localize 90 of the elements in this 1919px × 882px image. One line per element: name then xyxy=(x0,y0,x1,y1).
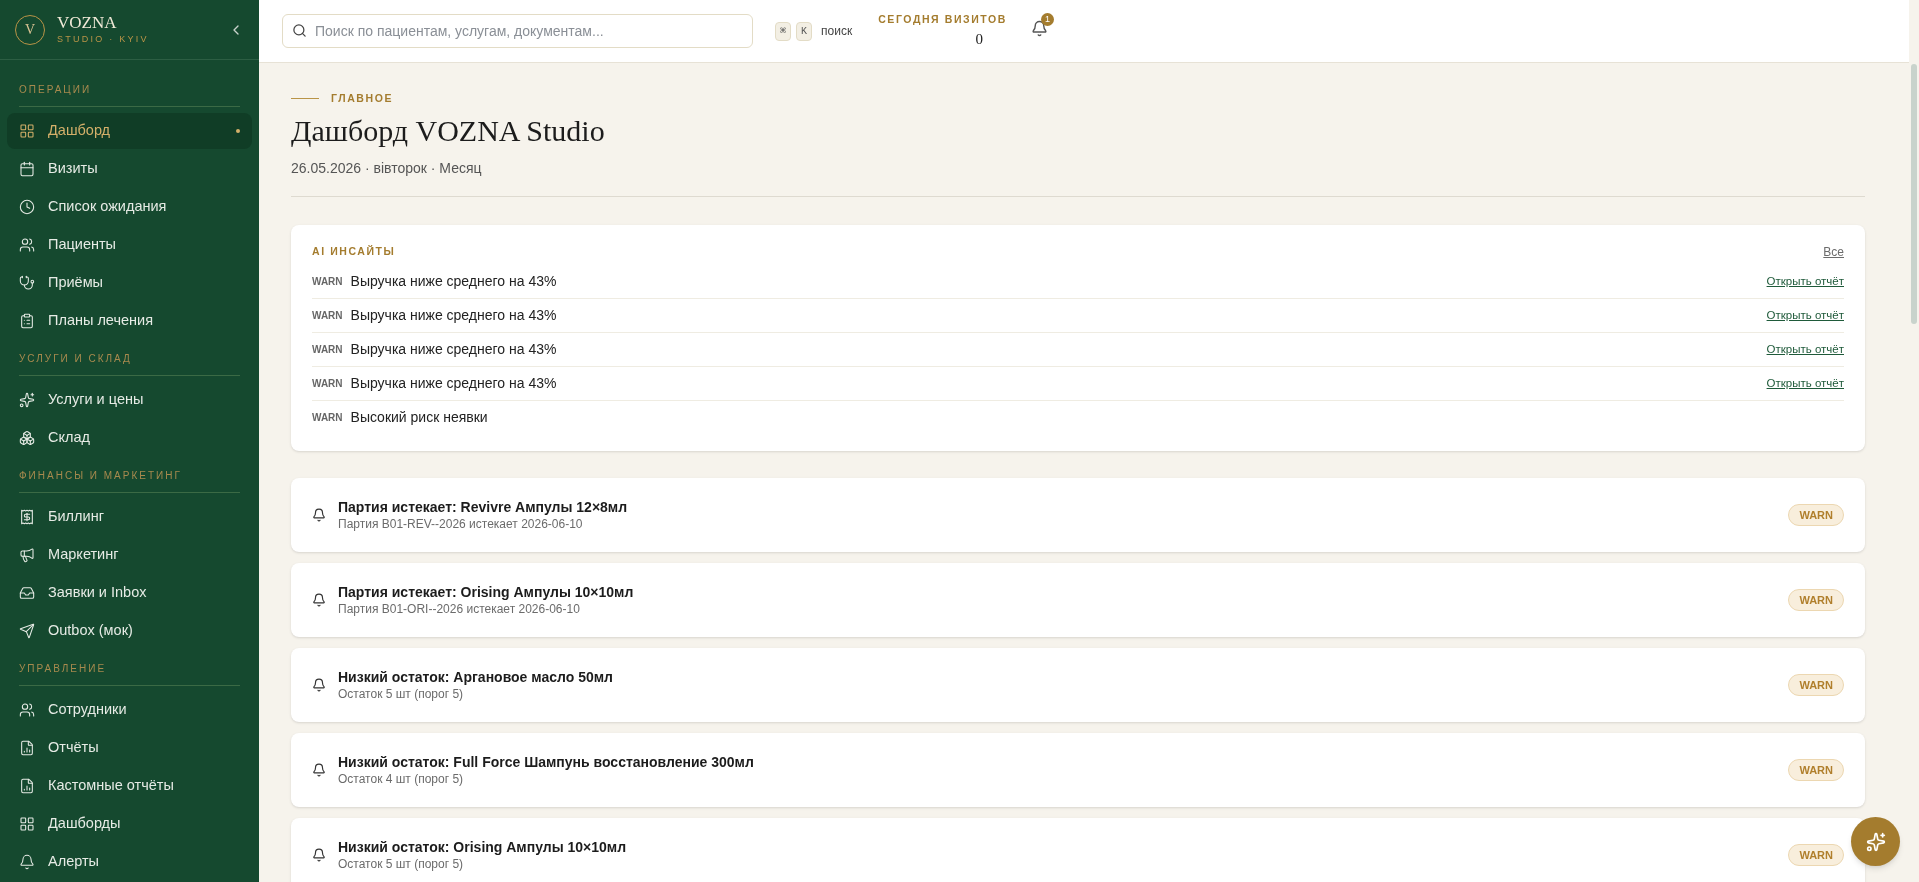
alert-title: Низкий остаток: Аргановое масло 50мл xyxy=(338,667,615,686)
clipboard-icon xyxy=(19,313,35,329)
nav-item[interactable]: Планы лечения xyxy=(7,303,252,339)
bell-icon xyxy=(312,762,326,777)
search-icon xyxy=(292,23,307,38)
open-report-link[interactable]: Открыть отчёт xyxy=(1766,306,1844,324)
shortcut-label: поиск xyxy=(821,23,853,40)
warn-tag: WARN xyxy=(312,341,343,357)
users-icon xyxy=(19,702,35,718)
today-visits-value: 0 xyxy=(975,29,983,49)
bell-icon xyxy=(312,847,326,862)
alert-detail: Партия B01-REV--2026 истекает 2026-06-10 xyxy=(338,515,584,532)
open-report-link[interactable]: Открыть отчёт xyxy=(1766,272,1844,290)
nav-item[interactable]: Алерты xyxy=(7,844,252,880)
send-icon xyxy=(19,623,35,639)
nav-item[interactable]: Маркетинг xyxy=(7,537,252,573)
search-field[interactable]: Поиск по пациентам, услугам, документам... xyxy=(282,14,753,48)
bell-icon xyxy=(1030,20,1048,37)
section-heading: УСЛУГИ И СКЛАД xyxy=(19,353,132,364)
bell-icon xyxy=(312,592,326,607)
today-visits-label: СЕГОДНЯ ВИЗИТОВ xyxy=(878,11,1007,27)
nav-item[interactable]: Заявки и Inbox xyxy=(7,575,252,611)
page-title: Дашборд VOZNA Studio xyxy=(291,112,606,149)
alert-detail: Остаток 5 шт (порог 5) xyxy=(338,685,465,702)
warn-tag: WARN xyxy=(312,273,343,289)
nav-item[interactable]: Биллинг xyxy=(7,499,252,535)
nav-item[interactable]: Сотрудники xyxy=(7,692,252,728)
alert-title: Партия истекает: Orising Ампулы 10×10мл xyxy=(338,582,635,601)
alert-detail: Остаток 4 шт (порог 5) xyxy=(338,770,465,787)
keyboard-key: K xyxy=(796,21,813,41)
stethoscope-icon xyxy=(19,275,35,291)
insight-text: Выручка ниже среднего на 43% xyxy=(350,373,558,393)
section-heading: ОПЕРАЦИИ xyxy=(19,84,92,95)
keyboard-key: ⌘ xyxy=(775,21,792,41)
bell-icon xyxy=(312,677,326,692)
bell-icon xyxy=(312,507,326,522)
alert-detail: Партия B01-ORI--2026 истекает 2026-06-10 xyxy=(338,600,581,617)
insight-text: Выручка ниже среднего на 43% xyxy=(350,271,558,291)
warn-badge: WARN xyxy=(1788,588,1844,611)
warn-tag: WARN xyxy=(312,410,343,426)
section-heading: ФИНАНСЫ И МАРКЕТИНГ xyxy=(19,470,182,481)
page-eyebrow: ГЛАВНОЕ xyxy=(331,91,393,106)
report-icon xyxy=(19,778,35,794)
alert-title: Партия истекает: Revivre Ампулы 12×8мл xyxy=(338,497,629,516)
warn-tag: WARN xyxy=(312,307,343,323)
nav-item[interactable]: Услуги и цены xyxy=(7,382,252,418)
alert-title: Низкий остаток: Orising Ампулы 10×10мл xyxy=(338,837,628,856)
card-heading: AI ИНСАЙТЫ xyxy=(312,243,396,259)
sparkles-icon xyxy=(19,392,35,408)
insight-text: Выручка ниже среднего на 43% xyxy=(350,339,558,359)
warn-badge: WARN xyxy=(1788,758,1844,781)
nav-item[interactable]: Приёмы xyxy=(7,265,252,301)
inbox-icon xyxy=(19,585,35,601)
all-link[interactable]: Все xyxy=(1823,242,1844,261)
grid-icon xyxy=(19,123,35,139)
clock-icon xyxy=(19,199,35,215)
receipt-icon xyxy=(19,509,35,525)
megaphone-icon xyxy=(19,547,35,563)
section-heading: УПРАВЛЕНИЕ xyxy=(19,663,107,674)
warn-badge: WARN xyxy=(1788,843,1844,866)
nav-item[interactable]: Дашборд xyxy=(7,113,252,149)
nav-item[interactable]: Отчёты xyxy=(7,730,252,766)
nav-item[interactable]: Визиты xyxy=(7,151,252,187)
open-report-link[interactable]: Открыть отчёт xyxy=(1766,374,1844,392)
sparkles-icon xyxy=(1865,831,1886,852)
warn-tag: WARN xyxy=(312,375,343,391)
nav-item[interactable]: Склад xyxy=(7,420,252,456)
alert-title: Низкий остаток: Full Force Шампунь восстановление 300мл xyxy=(338,752,755,771)
bell-icon xyxy=(19,854,35,870)
open-report-link[interactable]: Открыть отчёт xyxy=(1766,340,1844,358)
nav-item[interactable]: Список ожидания xyxy=(7,189,252,225)
nav-item[interactable]: Outbox (мок) xyxy=(7,613,252,649)
insight-text: Выручка ниже среднего на 43% xyxy=(350,305,558,325)
grid-icon xyxy=(19,816,35,832)
users-icon xyxy=(19,237,35,253)
nav-item[interactable]: Пациенты xyxy=(7,227,252,263)
nav-item[interactable]: Дашборды xyxy=(7,806,252,842)
boxes-icon xyxy=(19,430,35,446)
nav-item[interactable]: Кастомные отчёты xyxy=(7,768,252,804)
assistant-button[interactable] xyxy=(1851,817,1900,866)
insight-text: Высокий риск неявки xyxy=(350,408,489,428)
warn-badge: WARN xyxy=(1788,673,1844,696)
warn-badge: WARN xyxy=(1788,503,1844,526)
alert-detail: Остаток 5 шт (порог 5) xyxy=(338,855,465,872)
brand-name: VOZNA xyxy=(57,12,118,33)
calendar-icon xyxy=(19,161,35,177)
notification-count: 1 xyxy=(1040,13,1054,26)
report-icon xyxy=(19,740,35,756)
brand-subtitle: STUDIO · KYIV xyxy=(57,32,150,46)
page-subtitle: 26.05.2026 · вівторок · Месяц xyxy=(291,159,482,176)
